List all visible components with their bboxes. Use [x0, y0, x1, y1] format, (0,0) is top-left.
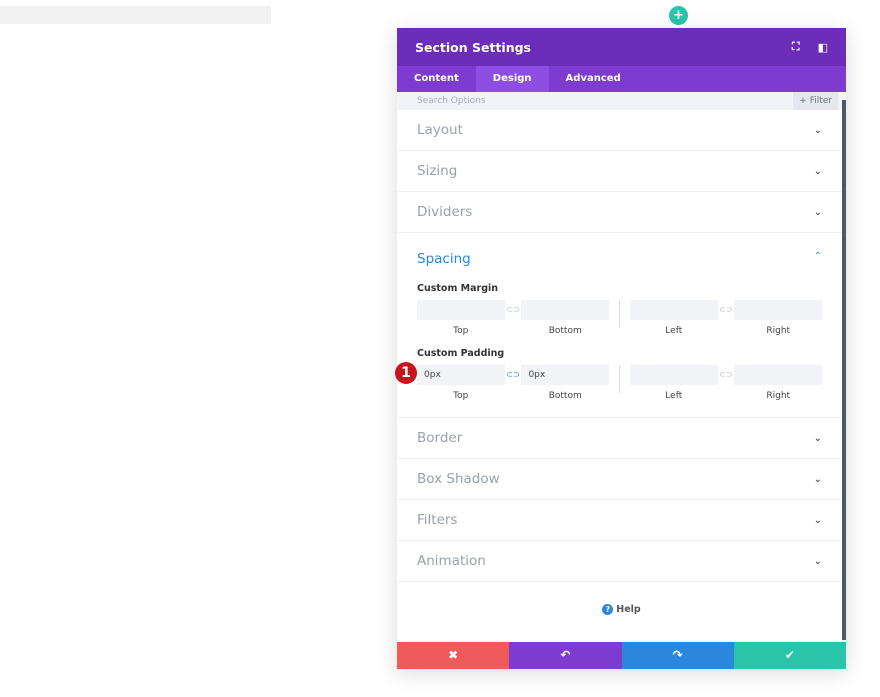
margin-bottom-input[interactable] [521, 300, 609, 320]
group-label: Layout [417, 122, 463, 138]
search-placeholder: Search Options [417, 96, 486, 106]
caption: Left [665, 326, 683, 336]
padding-top-input[interactable]: 0px [417, 365, 505, 385]
tab-design[interactable]: Design [475, 66, 549, 92]
modal-footer: ✖ ↶ ↷ ✔ [397, 642, 846, 669]
top-bar-placeholder [0, 6, 271, 24]
group-label: Filters [417, 512, 458, 528]
group-label: Border [417, 430, 463, 446]
divider [619, 365, 620, 393]
margin-inputs: Top ⊂⊃ Bottom Left ⊂⊃ Right [417, 300, 822, 336]
group-filters[interactable]: Filters ⌄ [397, 500, 846, 541]
chevron-down-icon: ⌄ [813, 432, 822, 444]
annotation-badge: 1 [395, 362, 417, 384]
custom-margin-label: Custom Margin [417, 283, 499, 294]
help-icon: ? [602, 604, 614, 615]
chevron-down-icon: ⌄ [813, 206, 822, 218]
margin-top-input[interactable] [417, 300, 505, 320]
margin-right-input[interactable] [734, 300, 822, 320]
group-animation[interactable]: Animation ⌄ [397, 541, 846, 582]
group-border[interactable]: Border ⌄ [397, 418, 846, 459]
chevron-up-icon: ⌃ [813, 251, 822, 262]
caption: Bottom [548, 326, 582, 336]
caption: Top [453, 326, 469, 336]
group-layout[interactable]: Layout ⌄ [397, 110, 846, 151]
redo-button[interactable]: ↷ [621, 642, 734, 669]
undo-button[interactable]: ↶ [509, 642, 622, 669]
cancel-button[interactable]: ✖ [397, 642, 510, 669]
chevron-down-icon: ⌄ [813, 514, 822, 526]
group-box-shadow[interactable]: Box Shadow ⌄ [397, 459, 846, 500]
group-label: Spacing [417, 251, 471, 267]
divider [619, 300, 620, 328]
caption: Bottom [548, 391, 582, 401]
padding-inputs: 0px Top ⊂⊃ 0px Bottom Left ⊂⊃ Right [417, 365, 822, 401]
chevron-down-icon: ⌄ [813, 165, 822, 177]
caption: Left [665, 391, 683, 401]
settings-modal: Section Settings ⛶ ◧ Content Design Adva… [395, 28, 846, 669]
chevron-down-icon: ⌄ [813, 124, 822, 136]
tab-content[interactable]: Content [397, 66, 476, 92]
group-spacing: Spacing ⌃ Custom Margin Top ⊂⊃ Bottom Lef… [397, 233, 846, 418]
scrollbar[interactable] [842, 100, 846, 640]
caption: Top [453, 391, 469, 401]
padding-bottom-input[interactable]: 0px [521, 365, 609, 385]
add-section-button[interactable]: + [669, 6, 688, 25]
search-options-input[interactable]: Search Options + Filter [397, 92, 846, 110]
fullscreen-icon[interactable]: ⛶ [792, 40, 800, 54]
link-active-icon[interactable]: ⊂⊃ [505, 365, 522, 385]
padding-left-input[interactable] [630, 365, 718, 385]
modal-header: Section Settings ⛶ ◧ [397, 28, 846, 66]
group-label: Dividers [417, 204, 473, 220]
custom-padding-label: Custom Padding [417, 348, 505, 359]
caption: Right [766, 326, 791, 336]
tab-bar: Content Design Advanced [397, 66, 846, 92]
group-dividers[interactable]: Dividers ⌄ [397, 192, 846, 233]
help-label: Help [616, 604, 641, 615]
sidebar-toggle-icon[interactable]: ◧ [818, 41, 828, 54]
chevron-down-icon: ⌄ [813, 473, 822, 485]
group-sizing[interactable]: Sizing ⌄ [397, 151, 846, 192]
link-icon[interactable]: ⊂⊃ [505, 300, 522, 320]
chevron-down-icon: ⌄ [813, 555, 822, 567]
save-button[interactable]: ✔ [733, 642, 846, 669]
link-icon[interactable]: ⊂⊃ [718, 300, 735, 320]
group-label: Sizing [417, 163, 458, 179]
link-icon[interactable]: ⊂⊃ [718, 365, 735, 385]
modal-title: Section Settings [415, 39, 531, 55]
caption: Right [766, 391, 791, 401]
group-label: Animation [417, 553, 486, 569]
tab-advanced[interactable]: Advanced [549, 66, 638, 92]
padding-right-input[interactable] [734, 365, 822, 385]
filter-button[interactable]: + Filter [793, 92, 838, 110]
help-link[interactable]: ? Help [397, 604, 846, 615]
spacing-header[interactable]: Spacing ⌃ [417, 233, 822, 267]
group-label: Box Shadow [417, 471, 500, 487]
margin-left-input[interactable] [630, 300, 718, 320]
